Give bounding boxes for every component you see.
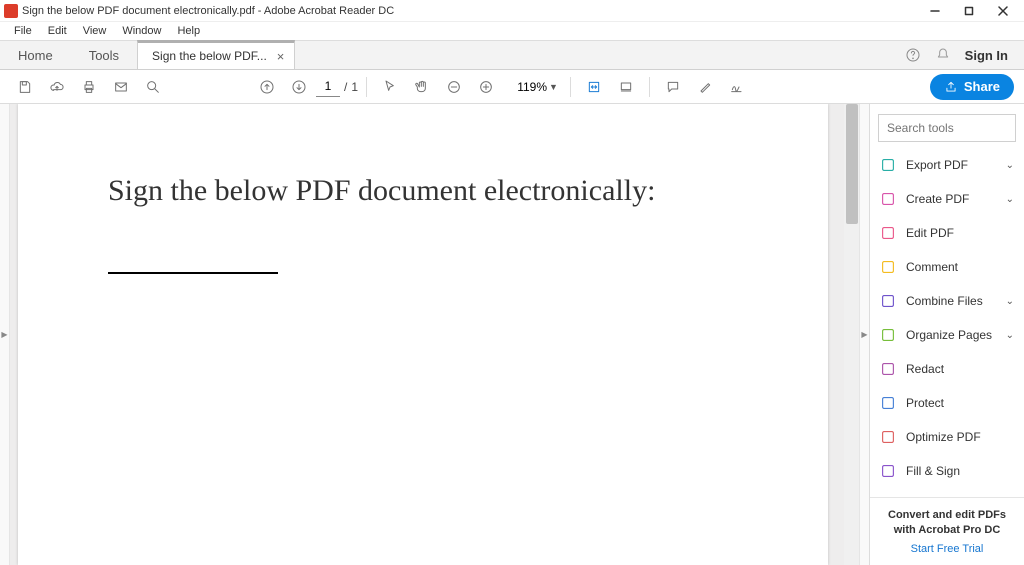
hand-tool-icon[interactable] (407, 72, 437, 102)
navbar: Home Tools Sign the below PDF... × Sign … (0, 40, 1024, 70)
chevron-down-icon: ⌄ (1006, 296, 1014, 307)
sign-icon[interactable] (722, 72, 752, 102)
tool-label: Create PDF (906, 192, 996, 206)
minimize-button[interactable] (918, 1, 952, 21)
page-sep: / (344, 80, 347, 94)
tool-label: Organize Pages (906, 328, 996, 342)
promo-box: Convert and edit PDFs with Acrobat Pro D… (870, 497, 1024, 565)
page-indicator: / 1 (316, 77, 358, 97)
page-display-icon[interactable] (611, 72, 641, 102)
document-heading: Sign the below PDF document electronical… (108, 174, 738, 208)
highlight-icon[interactable] (690, 72, 720, 102)
tool-label: Protect (906, 396, 1014, 410)
tool-item-protect[interactable]: Protect (870, 386, 1024, 420)
search-tools-input[interactable] (878, 114, 1016, 142)
close-button[interactable] (986, 1, 1020, 21)
document-tab-label: Sign the below PDF... (152, 49, 267, 63)
save-icon[interactable] (10, 72, 40, 102)
tool-label: Redact (906, 362, 1014, 376)
share-button[interactable]: Share (930, 74, 1014, 100)
tool-item-organize-pages[interactable]: Organize Pages ⌄ (870, 318, 1024, 352)
document-area[interactable]: Sign the below PDF document electronical… (10, 104, 859, 565)
bell-icon[interactable] (935, 47, 951, 63)
sign-in-link[interactable]: Sign In (965, 48, 1008, 63)
tool-label: Edit PDF (906, 226, 1014, 240)
cloud-icon[interactable] (42, 72, 72, 102)
tool-icon (880, 361, 896, 377)
menu-help[interactable]: Help (169, 23, 208, 39)
fit-width-icon[interactable] (579, 72, 609, 102)
promo-headline: Convert and edit PDFs with Acrobat Pro D… (878, 508, 1016, 537)
tool-icon (880, 395, 896, 411)
window-title: Sign the below PDF document electronical… (22, 5, 918, 17)
zoom-dropdown[interactable]: ▼ (503, 80, 562, 94)
menu-file[interactable]: File (6, 23, 40, 39)
right-pane-toggle[interactable]: ▶ (859, 104, 869, 565)
page-input[interactable] (316, 77, 340, 97)
tool-icon (880, 429, 896, 445)
close-tab-icon[interactable]: × (277, 49, 285, 64)
tool-item-export-pdf[interactable]: Export PDF ⌄ (870, 148, 1024, 182)
zoom-value[interactable] (507, 80, 547, 94)
tool-item-comment[interactable]: Comment (870, 250, 1024, 284)
tool-icon (880, 293, 896, 309)
vertical-scrollbar[interactable] (844, 104, 859, 565)
tool-label: Comment (906, 260, 1014, 274)
scroll-thumb[interactable] (846, 104, 858, 224)
tool-item-send-for-review[interactable]: Send for Review (870, 488, 1024, 497)
titlebar: Sign the below PDF document electronical… (0, 0, 1024, 22)
tool-icon (880, 225, 896, 241)
tool-icon (880, 327, 896, 343)
pdf-page: Sign the below PDF document electronical… (18, 104, 828, 565)
nav-home[interactable]: Home (0, 41, 71, 69)
maximize-button[interactable] (952, 1, 986, 21)
tool-item-fill-sign[interactable]: Fill & Sign (870, 454, 1024, 488)
tool-item-create-pdf[interactable]: Create PDF ⌄ (870, 182, 1024, 216)
menu-view[interactable]: View (75, 23, 115, 39)
help-icon[interactable] (905, 47, 921, 63)
tools-list: Export PDF ⌄ Create PDF ⌄ Edit PDF Comment Com… (870, 148, 1024, 497)
signature-line (108, 272, 278, 274)
menu-edit[interactable]: Edit (40, 23, 75, 39)
nav-tools[interactable]: Tools (71, 41, 137, 69)
promo-link[interactable]: Start Free Trial (878, 543, 1016, 555)
menu-window[interactable]: Window (114, 23, 169, 39)
zoom-in-icon[interactable] (471, 72, 501, 102)
tools-panel: Export PDF ⌄ Create PDF ⌄ Edit PDF Comment Com… (869, 104, 1024, 565)
document-tab[interactable]: Sign the below PDF... × (137, 40, 295, 69)
toolbar: / 1 ▼ Share (0, 70, 1024, 104)
mail-icon[interactable] (106, 72, 136, 102)
zoom-out-icon[interactable] (439, 72, 469, 102)
tool-label: Combine Files (906, 294, 996, 308)
app-icon (4, 4, 18, 18)
search-icon[interactable] (138, 72, 168, 102)
tool-icon (880, 259, 896, 275)
tool-icon (880, 157, 896, 173)
tool-label: Export PDF (906, 158, 996, 172)
tool-item-edit-pdf[interactable]: Edit PDF (870, 216, 1024, 250)
tool-label: Optimize PDF (906, 430, 1014, 444)
menubar: File Edit View Window Help (0, 22, 1024, 40)
chevron-down-icon: ▼ (549, 82, 558, 92)
chevron-down-icon: ⌄ (1006, 194, 1014, 205)
tool-icon (880, 191, 896, 207)
tool-label: Fill & Sign (906, 464, 1014, 478)
tool-item-optimize-pdf[interactable]: Optimize PDF (870, 420, 1024, 454)
page-total: 1 (351, 80, 358, 94)
print-icon[interactable] (74, 72, 104, 102)
left-pane-toggle[interactable]: ▶ (0, 104, 10, 565)
select-tool-icon[interactable] (375, 72, 405, 102)
chevron-down-icon: ⌄ (1006, 330, 1014, 341)
tool-icon (880, 463, 896, 479)
next-page-icon[interactable] (284, 72, 314, 102)
tool-item-combine-files[interactable]: Combine Files ⌄ (870, 284, 1024, 318)
comment-icon[interactable] (658, 72, 688, 102)
prev-page-icon[interactable] (252, 72, 282, 102)
tool-item-redact[interactable]: Redact (870, 352, 1024, 386)
share-label: Share (964, 79, 1000, 94)
chevron-down-icon: ⌄ (1006, 160, 1014, 171)
workspace: ▶ Sign the below PDF document electronic… (0, 104, 1024, 565)
